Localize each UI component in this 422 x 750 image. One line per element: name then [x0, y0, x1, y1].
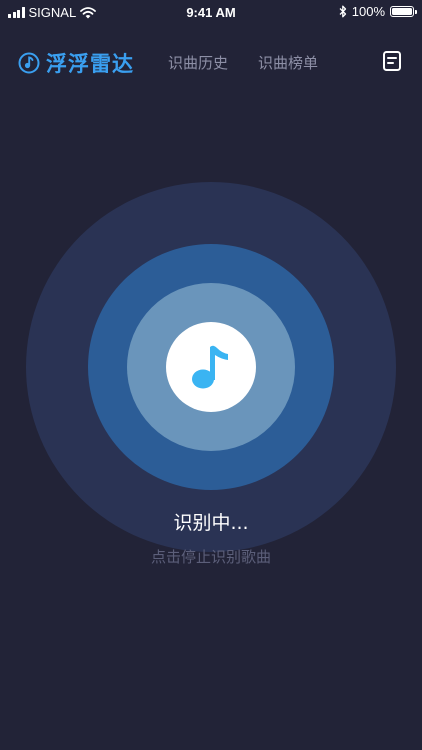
bluetooth-icon [339, 5, 346, 18]
recognition-status: 识别中... [173, 512, 249, 534]
status-bar-right: 100% [339, 4, 417, 19]
app-header: 浮浮雷达 识曲历史 识曲榜单 [0, 44, 422, 80]
stop-hint[interactable]: 点击停止识别歌曲 [0, 546, 422, 567]
music-note-circle-icon [18, 52, 40, 74]
status-bar: SIGNAL 9:41 AM 100% [0, 0, 422, 26]
battery-percent: 100% [351, 4, 385, 19]
brand[interactable]: 浮浮雷达 [18, 48, 134, 78]
battery-icon [390, 6, 417, 17]
music-note-icon [192, 345, 228, 389]
app-title: 浮浮雷达 [46, 52, 134, 76]
nav-history[interactable]: 识曲历史 [168, 52, 228, 73]
document-list-icon[interactable] [382, 50, 402, 72]
battery-fill [392, 8, 412, 15]
recognize-button[interactable] [166, 322, 256, 412]
nav-chart[interactable]: 识曲榜单 [258, 52, 318, 73]
